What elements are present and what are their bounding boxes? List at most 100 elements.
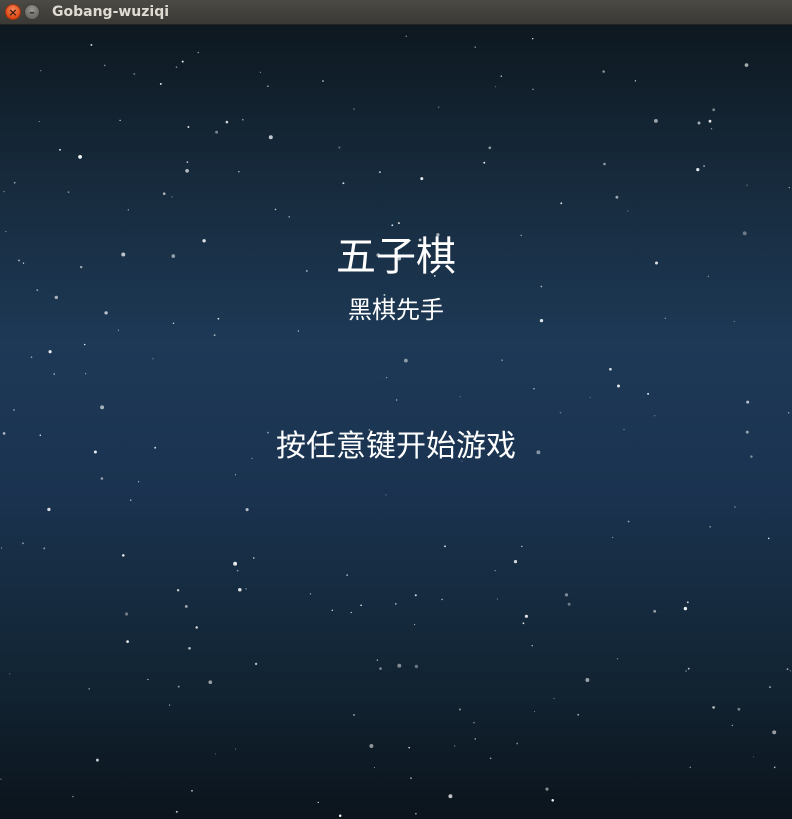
star — [353, 713, 355, 716]
star — [162, 192, 166, 196]
star — [213, 334, 216, 336]
star — [317, 801, 319, 804]
star — [474, 738, 477, 740]
star — [297, 330, 300, 332]
star — [501, 359, 504, 362]
star — [176, 588, 180, 592]
star — [171, 196, 173, 198]
game-window[interactable]: × – Gobang-wuziqi 五子棋 黑棋先手 按任意键开始游戏 — [0, 0, 792, 819]
star — [394, 603, 397, 605]
star — [415, 812, 417, 815]
star — [709, 525, 712, 528]
star — [184, 604, 188, 608]
star — [696, 168, 700, 172]
star — [532, 88, 534, 90]
star — [685, 670, 687, 672]
star — [687, 667, 690, 670]
star — [188, 647, 191, 650]
star — [654, 415, 656, 417]
star — [5, 230, 7, 233]
star — [769, 686, 771, 689]
star — [787, 411, 790, 414]
star — [609, 367, 612, 371]
star — [36, 289, 39, 292]
star — [420, 177, 424, 181]
star — [346, 574, 348, 576]
star — [789, 670, 792, 672]
star — [13, 181, 16, 184]
star — [30, 356, 33, 358]
star — [496, 598, 498, 600]
star — [342, 182, 345, 185]
star — [564, 593, 569, 597]
star — [95, 758, 99, 762]
star — [191, 790, 193, 792]
star — [458, 708, 461, 711]
star — [379, 667, 382, 670]
star — [3, 191, 5, 193]
star — [117, 329, 119, 331]
star — [653, 118, 658, 123]
star — [521, 545, 523, 548]
star — [22, 542, 24, 545]
star — [603, 162, 606, 166]
star — [385, 376, 388, 379]
star — [414, 624, 416, 626]
star — [215, 130, 218, 134]
star — [444, 545, 446, 548]
star — [474, 46, 476, 48]
star — [122, 554, 125, 557]
star — [376, 659, 379, 661]
star — [181, 60, 184, 63]
star — [589, 396, 591, 398]
star — [516, 742, 519, 745]
star — [551, 799, 554, 802]
star — [731, 724, 733, 727]
star — [378, 171, 381, 174]
star — [405, 35, 408, 38]
star — [710, 128, 713, 130]
star — [712, 706, 715, 709]
star — [238, 171, 240, 173]
star — [495, 86, 497, 88]
game-canvas[interactable]: 五子棋 黑棋先手 按任意键开始游戏 — [0, 25, 792, 819]
star — [585, 678, 590, 682]
star — [414, 664, 419, 669]
star — [214, 753, 217, 755]
star — [567, 602, 571, 606]
star — [38, 121, 40, 123]
starfield-background — [0, 35, 792, 817]
title-bar[interactable]: × – Gobang-wuziqi — [0, 0, 792, 25]
star — [124, 612, 129, 616]
star — [773, 766, 776, 769]
window-title: Gobang-wuziqi — [52, 4, 170, 20]
star — [385, 494, 387, 496]
close-window-button[interactable]: × — [5, 4, 21, 20]
star — [396, 399, 398, 401]
star — [197, 51, 200, 54]
star — [397, 663, 402, 668]
star — [353, 108, 355, 110]
start-prompt: 按任意键开始游戏 — [276, 429, 516, 464]
star — [259, 71, 261, 73]
star — [88, 688, 91, 690]
minimize-window-button[interactable]: – — [24, 4, 40, 20]
star — [0, 778, 2, 780]
star — [441, 598, 443, 601]
star — [577, 713, 580, 716]
star — [746, 400, 750, 404]
star — [448, 794, 453, 799]
star — [169, 704, 171, 706]
star — [689, 766, 692, 769]
star — [234, 474, 237, 476]
star — [513, 559, 518, 564]
star — [43, 547, 46, 550]
game-title: 五子棋 — [336, 234, 456, 280]
star — [100, 477, 104, 480]
star — [483, 161, 486, 164]
star — [309, 593, 312, 595]
star — [274, 208, 277, 211]
star — [788, 186, 790, 189]
star — [500, 75, 503, 77]
star — [254, 662, 258, 666]
